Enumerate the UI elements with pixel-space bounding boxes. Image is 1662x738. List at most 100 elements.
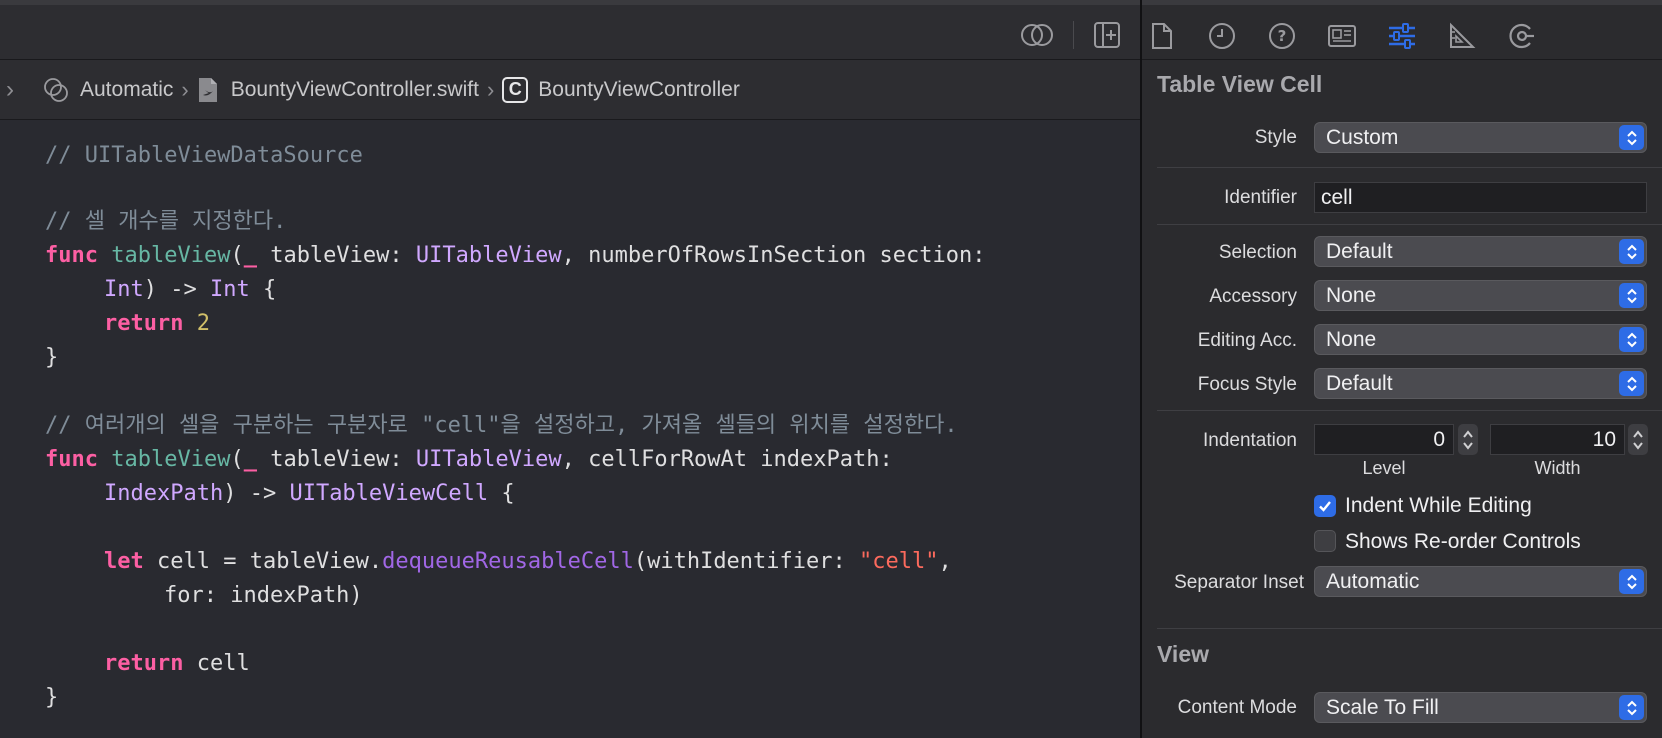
code-token: // 셀 개수를 지정한다. xyxy=(45,209,287,234)
swift-file-icon xyxy=(198,77,217,102)
section-title-view: View xyxy=(1157,641,1209,667)
code-token: ( xyxy=(230,243,244,268)
connections-inspector-icon[interactable] xyxy=(1504,18,1540,54)
code-line: func tableView(_ tableView: UITableView,… xyxy=(45,443,893,477)
level-sublabel: Level xyxy=(1362,458,1406,478)
jumpbar-mode-label: Automatic xyxy=(80,77,174,101)
separator-inset-value: Automatic xyxy=(1326,570,1420,593)
add-editor-icon[interactable] xyxy=(1090,18,1124,52)
code-area[interactable]: // UITableViewDataSource // 셀 개수를 지정한다. fu… xyxy=(0,121,1140,738)
accessory-value: None xyxy=(1326,284,1377,307)
code-line: } xyxy=(45,341,58,375)
size-inspector-icon[interactable] xyxy=(1444,18,1480,54)
jumpbar-symbol[interactable]: C BountyViewController xyxy=(502,76,740,103)
popup-chevrons-icon xyxy=(1619,569,1644,594)
shows-reorder-controls-label: Shows Re-order Controls xyxy=(1345,530,1581,553)
stepper-arrows-icon xyxy=(1463,429,1473,450)
code-token: ( xyxy=(230,447,244,472)
code-token: , cellForRowAt indexPath: xyxy=(561,447,893,472)
code-line: return cell xyxy=(104,647,250,681)
code-line: return 2 xyxy=(104,307,210,341)
selection-value: Default xyxy=(1326,240,1393,263)
style-popup[interactable]: Custom xyxy=(1314,122,1647,153)
editing-accessory-value: None xyxy=(1326,328,1377,351)
code-token: func xyxy=(45,447,98,472)
jumpbar-file-label: BountyViewController.swift xyxy=(230,77,479,101)
jumpbar-mode[interactable]: Automatic xyxy=(42,76,173,104)
indentation-level-field[interactable]: 0 xyxy=(1314,424,1454,455)
attributes-inspector: ? Table View Cell Style Custom Identifie… xyxy=(1140,0,1662,738)
toolbar-divider xyxy=(1073,21,1074,49)
class-icon: C xyxy=(502,76,529,103)
code-line: // 여러개의 셀을 구분하는 구분자로 "cell"을 설정하고, 가져올 셀… xyxy=(45,409,958,443)
code-token: cell = tableView. xyxy=(143,549,383,574)
selection-label: Selection xyxy=(1218,242,1297,263)
inspector-tab-bar: ? xyxy=(1142,0,1662,60)
divider xyxy=(1157,167,1662,168)
related-items-icon xyxy=(44,77,68,102)
code-token: UITableViewCell xyxy=(289,481,489,506)
code-token: func xyxy=(45,243,98,268)
divider xyxy=(1157,410,1662,411)
code-line: Int) -> Int { xyxy=(104,273,276,307)
code-token: , numberOfRowsInSection section: xyxy=(561,243,986,268)
width-stepper[interactable] xyxy=(1628,424,1648,455)
shows-reorder-controls-checkbox[interactable] xyxy=(1314,530,1336,552)
code-token: UITableView xyxy=(415,447,562,472)
editing-accessory-label: Editing Acc. xyxy=(1197,330,1297,351)
code-token: 2 xyxy=(196,311,210,336)
separator-inset-popup[interactable]: Automatic xyxy=(1314,566,1647,597)
indentation-width-field[interactable]: 10 xyxy=(1490,424,1625,455)
selection-popup[interactable]: Default xyxy=(1314,236,1647,267)
jumpbar-file[interactable]: BountyViewController.swift xyxy=(197,77,479,103)
width-sublabel: Width xyxy=(1534,458,1581,478)
popup-chevrons-icon xyxy=(1619,283,1644,308)
divider xyxy=(1157,224,1662,225)
code-token: _ xyxy=(243,447,257,472)
code-token: dequeueReusableCell xyxy=(382,549,634,574)
code-line: // UITableViewDataSource xyxy=(45,139,363,173)
file-inspector-icon[interactable] xyxy=(1144,18,1180,54)
style-value: Custom xyxy=(1326,126,1399,149)
chevron-right-icon[interactable]: › xyxy=(6,76,14,104)
popup-chevrons-icon xyxy=(1619,125,1644,150)
chevron-right-icon: › xyxy=(181,76,189,102)
accessory-popup[interactable]: None xyxy=(1314,280,1647,311)
focus-style-label: Focus Style xyxy=(1197,374,1297,395)
code-token: return xyxy=(104,651,184,676)
checkmark-icon xyxy=(1319,501,1331,512)
code-token: tableView xyxy=(111,447,231,472)
level-stepper[interactable] xyxy=(1458,424,1478,455)
code-token: (withIdentifier: xyxy=(633,549,860,574)
identity-inspector-icon[interactable] xyxy=(1324,18,1360,54)
editing-accessory-popup[interactable]: None xyxy=(1314,324,1647,355)
quick-help-icon[interactable]: ? xyxy=(1264,18,1300,54)
code-token: UITableView xyxy=(415,243,562,268)
code-line: for: indexPath) xyxy=(164,579,363,613)
code-review-icon[interactable] xyxy=(1020,18,1054,52)
history-inspector-icon[interactable] xyxy=(1204,18,1240,54)
indent-while-editing-checkbox[interactable] xyxy=(1314,495,1336,517)
indent-while-editing-label: Indent While Editing xyxy=(1345,494,1532,517)
style-label: Style xyxy=(1254,127,1297,148)
attributes-inspector-icon[interactable] xyxy=(1384,18,1420,54)
content-mode-label: Content Mode xyxy=(1177,697,1297,718)
chevron-right-icon: › xyxy=(486,76,495,102)
content-mode-popup[interactable]: Scale To Fill xyxy=(1314,692,1647,723)
popup-chevrons-icon xyxy=(1619,695,1644,720)
code-token: // UITableViewDataSource xyxy=(45,143,363,168)
editor-toolbar xyxy=(0,0,1140,60)
focus-style-popup[interactable]: Default xyxy=(1314,368,1647,399)
code-token: // 여러개의 셀을 구분하는 구분자로 "cell"을 설정하고, 가져올 셀… xyxy=(45,413,958,438)
separator-inset-label: Separator Inset xyxy=(1174,572,1304,593)
code-token: IndexPath xyxy=(104,481,224,506)
popup-chevrons-icon xyxy=(1619,239,1644,264)
code-token: ) -> xyxy=(223,481,290,506)
section-title-table-view-cell: Table View Cell xyxy=(1157,71,1323,97)
code-token: return xyxy=(104,311,184,336)
identifier-field[interactable]: cell xyxy=(1314,182,1647,213)
divider xyxy=(1157,628,1662,629)
